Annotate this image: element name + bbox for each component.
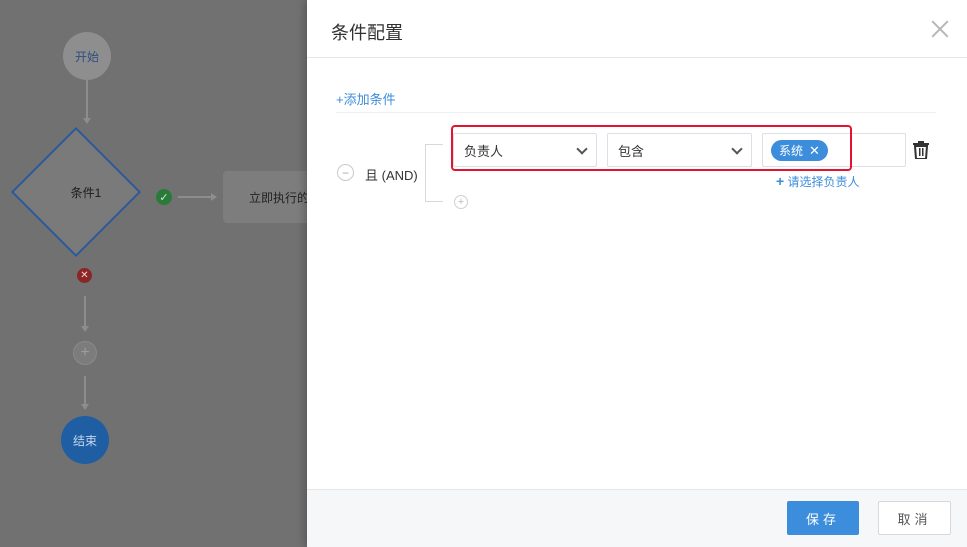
logic-operator-label: 且 (AND) xyxy=(365,168,418,183)
connector xyxy=(178,196,212,198)
cancel-button[interactable]: 取消 xyxy=(878,501,951,535)
chevron-down-icon xyxy=(576,143,588,155)
drawer-header: 条件配置 xyxy=(307,0,967,58)
drawer-title: 条件配置 xyxy=(331,23,403,43)
add-node-button[interactable]: + xyxy=(73,341,97,365)
connector xyxy=(84,376,86,406)
connector xyxy=(84,296,86,326)
arrow-down-icon xyxy=(83,118,91,124)
field-select[interactable]: 负责人 xyxy=(453,133,597,167)
drawer-footer: 保存 取消 xyxy=(307,489,967,547)
divider xyxy=(336,112,936,113)
trash-icon[interactable] xyxy=(913,141,929,159)
start-node[interactable]: 开始 xyxy=(63,32,111,80)
connector xyxy=(86,80,88,118)
save-button[interactable]: 保存 xyxy=(787,501,859,535)
operator-select-value: 包含 xyxy=(618,143,645,159)
remove-group-icon[interactable]: − xyxy=(337,164,354,181)
field-select-value: 负责人 xyxy=(464,143,504,159)
arrow-down-icon xyxy=(81,326,89,332)
close-circle-icon: ✕ xyxy=(77,268,92,283)
condition-config-drawer: 条件配置 +添加条件 − 且 (AND) 负责人 包含 系统 ✕ + 请选择负责… xyxy=(307,0,967,547)
value-tag-label: 系统 xyxy=(779,144,804,158)
close-icon[interactable] xyxy=(931,20,949,38)
arrow-right-icon xyxy=(211,193,217,201)
plus-icon: + xyxy=(776,173,785,189)
add-condition-link[interactable]: +添加条件 xyxy=(336,89,396,108)
tag-close-icon[interactable]: ✕ xyxy=(809,143,820,159)
add-rule-icon[interactable]: + xyxy=(454,195,468,209)
select-owner-label: 请选择负责人 xyxy=(787,175,860,189)
group-bracket xyxy=(425,144,443,202)
chevron-down-icon xyxy=(731,143,743,155)
flow-canvas: 开始 条件1 ✓ 立即执行的 ✕ + 结束 xyxy=(0,0,307,547)
end-node[interactable]: 结束 xyxy=(61,416,109,464)
condition-node-label: 条件1 xyxy=(70,186,102,200)
value-select[interactable]: 系统 ✕ xyxy=(762,133,906,167)
check-circle-icon: ✓ xyxy=(156,189,172,205)
action-node[interactable]: 立即执行的 xyxy=(223,171,307,223)
arrow-down-icon xyxy=(81,404,89,410)
operator-select[interactable]: 包含 xyxy=(607,133,752,167)
value-tag: 系统 ✕ xyxy=(771,140,828,161)
select-owner-link[interactable]: + 请选择负责人 xyxy=(776,173,860,190)
